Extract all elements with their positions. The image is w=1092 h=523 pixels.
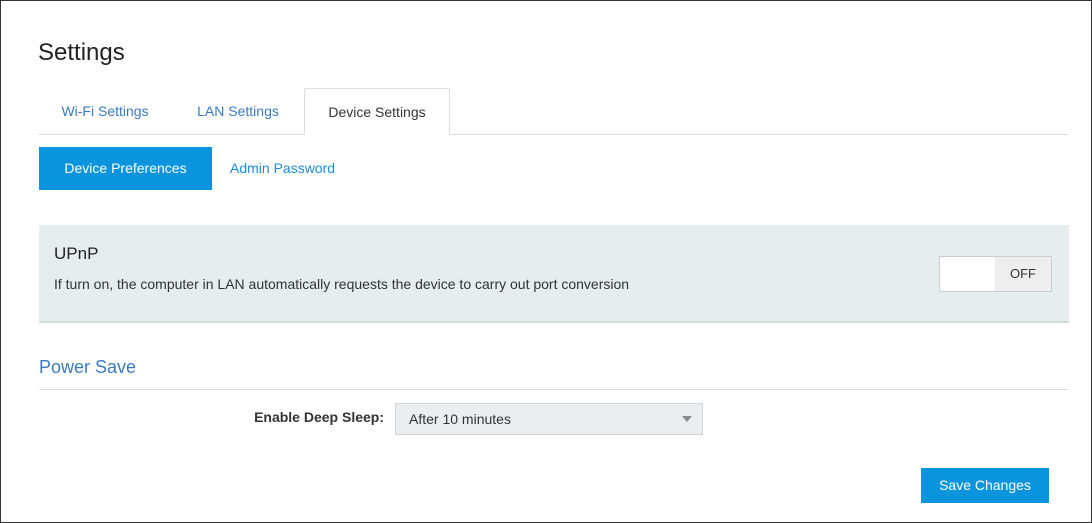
save-changes-button[interactable]: Save Changes <box>921 468 1049 503</box>
upnp-description: If turn on, the computer in LAN automati… <box>54 276 630 292</box>
deep-sleep-select-value: After 10 minutes <box>409 411 511 427</box>
chevron-down-icon <box>682 416 692 422</box>
settings-window: Settings Wi-Fi Settings LAN Settings Dev… <box>0 0 1092 523</box>
deep-sleep-label: Enable Deep Sleep: <box>254 409 384 425</box>
upnp-panel: UPnP If turn on, the computer in LAN aut… <box>39 225 1069 323</box>
toggle-state-label: OFF <box>995 257 1051 291</box>
page-title: Settings <box>38 39 125 66</box>
power-save-heading: Power Save <box>39 357 137 377</box>
tab-wifi-settings[interactable]: Wi-Fi Settings <box>38 88 172 134</box>
upnp-title: UPnP <box>54 244 99 263</box>
upnp-toggle[interactable]: OFF <box>939 256 1052 292</box>
tab-device-settings[interactable]: Device Settings <box>304 88 450 135</box>
tab-lan-settings[interactable]: LAN Settings <box>176 88 300 134</box>
subnav-admin-password[interactable]: Admin Password <box>230 147 335 190</box>
settings-tabs: Wi-Fi Settings LAN Settings Device Setti… <box>38 88 1069 135</box>
section-divider <box>39 389 1069 390</box>
toggle-knob <box>940 257 995 291</box>
deep-sleep-select[interactable]: After 10 minutes <box>395 403 703 435</box>
subnav-device-preferences[interactable]: Device Preferences <box>39 147 212 190</box>
